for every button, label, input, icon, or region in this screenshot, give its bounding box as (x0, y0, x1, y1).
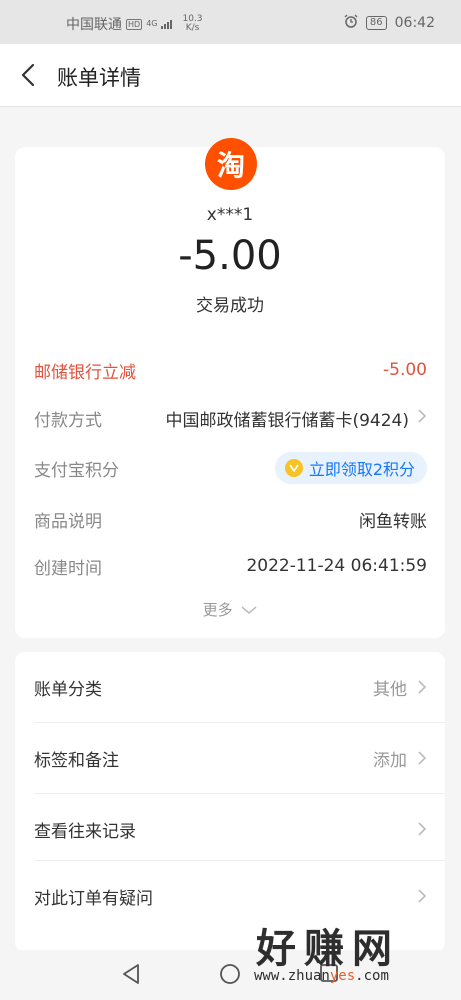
triangle-back-icon (123, 964, 139, 984)
discount-value: -5.00 (383, 360, 427, 380)
more-button[interactable]: 更多 (15, 599, 445, 620)
product-desc-label: 商品说明 (34, 511, 102, 532)
hd-badge: HD (126, 18, 143, 30)
chevron-down-icon (241, 606, 257, 614)
created-time-value: 2022-11-24 06:41:59 (246, 556, 427, 576)
watermark-url: www.zhuanyes.com (254, 968, 389, 984)
status-bar: 中国联通 HD 4G 10.3 K/s 86 06:42 (0, 0, 461, 44)
watermark: 好赚网 www.zhuanyes.com (252, 916, 442, 986)
speed-unit: K/s (185, 23, 200, 33)
bill-summary-card: 淘 x***1 -5.00 交易成功 邮储银行立减 -5.00 付款方式 中国邮… (15, 138, 445, 638)
network-speed: 10.3 K/s (182, 15, 202, 33)
chevron-right-icon (418, 751, 427, 765)
points-coin-icon (284, 459, 303, 477)
transaction-status: 交易成功 (196, 296, 264, 316)
payment-method-row[interactable]: 付款方式 中国邮政储蓄银行储蓄卡(9424) (34, 403, 427, 433)
tags-notes-label: 标签和备注 (34, 750, 119, 771)
nav-back-button[interactable] (120, 962, 142, 990)
bill-category-value: 其他 (373, 679, 407, 700)
order-question-label: 对此订单有疑问 (34, 888, 153, 909)
product-desc-row: 商品说明 闲鱼转账 (34, 504, 427, 534)
chevron-right-icon (418, 822, 427, 836)
network-type: 4G (146, 19, 158, 28)
circle-home-icon (220, 964, 240, 984)
alipay-points-row: 支付宝积分 立即领取2积分 (34, 452, 427, 484)
discount-label: 邮储银行立减 (34, 362, 136, 383)
signal-icon (161, 19, 173, 29)
alipay-points-label: 支付宝积分 (34, 460, 119, 481)
back-arrow-icon (21, 63, 35, 87)
bill-category-label: 账单分类 (34, 679, 102, 700)
tags-notes-value: 添加 (373, 750, 407, 771)
created-time-label: 创建时间 (34, 558, 102, 579)
more-label: 更多 (202, 601, 233, 619)
chevron-right-icon (417, 408, 427, 429)
battery-indicator: 86 (365, 16, 387, 30)
taobao-logo: 淘 (205, 138, 257, 190)
product-desc-value: 闲鱼转账 (359, 511, 427, 532)
transaction-history-label: 查看往来记录 (34, 821, 136, 842)
nav-home-button[interactable] (218, 962, 242, 990)
alarm-icon (344, 14, 358, 32)
merchant-name: x***1 (206, 205, 254, 225)
page-title: 账单详情 (57, 66, 141, 90)
bill-actions-card: 账单分类 其他 标签和备注 添加 查看往来记录 对此订单有疑问 (15, 652, 445, 952)
payment-method-value: 中国邮政储蓄银行储蓄卡(9424) (165, 410, 409, 431)
chevron-right-icon (418, 889, 427, 903)
created-time-row: 创建时间 2022-11-24 06:41:59 (34, 551, 427, 581)
watermark-brand: 好赚网 (256, 926, 400, 972)
transaction-amount: -5.00 (178, 233, 282, 279)
clock: 06:42 (394, 15, 435, 31)
discount-row: 邮储银行立减 -5.00 (34, 355, 427, 385)
transaction-history-row[interactable]: 查看往来记录 (15, 794, 445, 864)
bill-category-row[interactable]: 账单分类 其他 (15, 652, 445, 722)
nav-bar: 账单详情 (0, 44, 461, 107)
back-button[interactable] (14, 60, 44, 90)
chevron-right-icon (418, 680, 427, 694)
carrier-name: 中国联通 (66, 17, 122, 33)
payment-method-label: 付款方式 (34, 410, 102, 431)
claim-points-button[interactable]: 立即领取2积分 (274, 452, 427, 484)
tags-notes-row[interactable]: 标签和备注 添加 (15, 723, 445, 793)
claim-points-label: 立即领取2积分 (308, 460, 415, 479)
